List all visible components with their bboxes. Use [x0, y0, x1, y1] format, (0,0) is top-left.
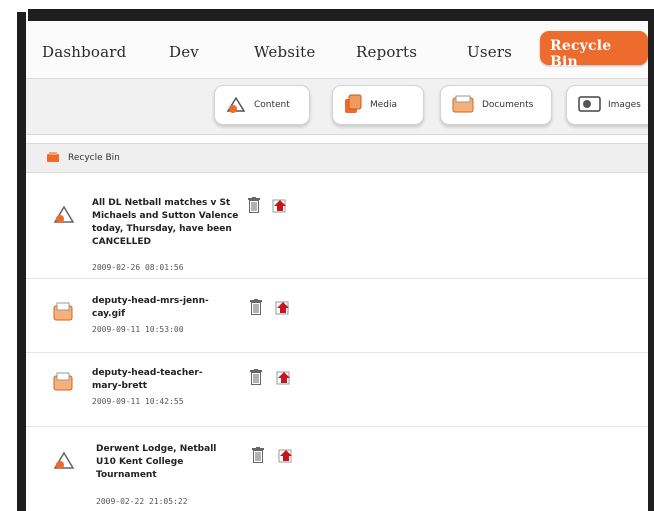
nav-website[interactable]: Website [254, 43, 315, 61]
content-icon [52, 203, 76, 229]
list-item[interactable]: Derwent Lodge, Netball U10 Kent College … [26, 437, 648, 511]
section-documents-button[interactable]: Documents [440, 85, 552, 125]
media-icon [343, 93, 365, 118]
nav-dashboard[interactable]: Dashboard [42, 43, 126, 61]
list-item[interactable]: deputy-head-mrs-jenn-cay.gif 2009-09-11 … [26, 291, 648, 353]
restore-icon[interactable] [278, 447, 294, 467]
top-nav: Dashboard Dev Website Reports Users Recy… [26, 21, 648, 79]
documents-icon [451, 94, 477, 117]
monitor-frame-left [17, 12, 26, 511]
panel-header: Recycle Bin [26, 143, 648, 173]
trash-icon[interactable] [252, 447, 264, 467]
trash-icon[interactable] [248, 197, 260, 217]
section-media-button[interactable]: Media [332, 85, 424, 125]
trash-icon[interactable] [250, 369, 262, 389]
monitor-frame-right [648, 12, 654, 511]
content-icon [52, 449, 76, 475]
section-media-label: Media [370, 100, 398, 110]
item-date: 2009-02-26 08:01:56 [92, 263, 184, 272]
content-icon [225, 94, 249, 117]
item-title: deputy-head-mrs-jenn-cay.gif [92, 296, 209, 319]
item-title: Derwent Lodge, Netball U10 Kent College … [96, 444, 217, 480]
section-content-button[interactable]: Content [214, 85, 310, 125]
section-documents-label: Documents [482, 100, 534, 110]
trash-icon[interactable] [250, 299, 262, 319]
restore-icon[interactable] [276, 369, 292, 389]
item-date: 2009-09-11 10:42:55 [92, 397, 184, 406]
list-item[interactable]: deputy-head-teacher-mary-brett 2009-09-1… [26, 361, 648, 427]
restore-icon[interactable] [275, 299, 291, 319]
section-images-button[interactable]: Images [566, 85, 648, 125]
images-icon [577, 94, 603, 117]
section-toolbar: Content Media Documents Images [26, 79, 648, 135]
restore-icon[interactable] [272, 197, 288, 217]
document-icon [52, 371, 74, 397]
item-date: 2009-09-11 10:53:00 [92, 325, 184, 334]
nav-recycle-bin[interactable]: Recycle Bin [540, 31, 648, 70]
panel-title: Recycle Bin [68, 153, 120, 163]
document-icon [52, 301, 74, 327]
item-date: 2009-02-22 21:05:22 [96, 497, 188, 506]
app-window: Dashboard Dev Website Reports Users Recy… [26, 21, 648, 511]
list-item[interactable]: All DL Netball matches v St Michaels and… [26, 179, 648, 279]
item-title: deputy-head-teacher-mary-brett [92, 368, 203, 391]
recycle-bin-icon [46, 151, 60, 166]
nav-users[interactable]: Users [467, 43, 512, 61]
nav-dev[interactable]: Dev [169, 43, 199, 61]
item-title: All DL Netball matches v St Michaels and… [92, 198, 239, 247]
section-content-label: Content [254, 100, 290, 110]
section-images-label: Images [608, 100, 641, 110]
nav-reports[interactable]: Reports [356, 43, 417, 61]
